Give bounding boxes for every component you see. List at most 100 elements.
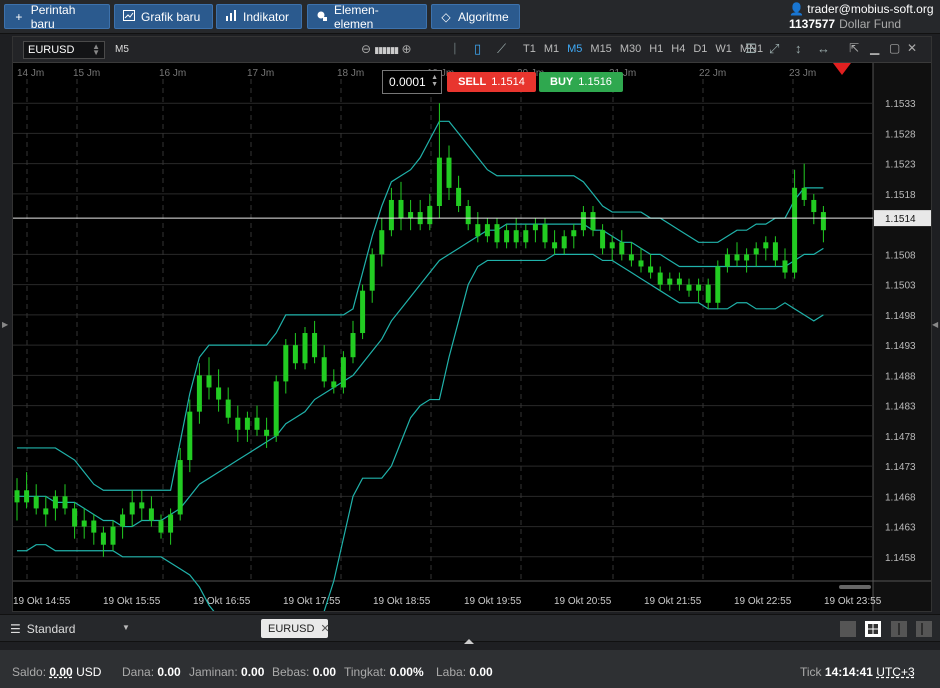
layout-columns-icon[interactable] — [891, 621, 907, 637]
horizontal-scale-icon[interactable]: ↔ — [817, 41, 830, 56]
candle-body — [820, 212, 826, 231]
x-tick-label: 19 Okt 21:55 — [644, 596, 702, 607]
symbol-select[interactable]: EURUSD ▲ ▼ — [23, 41, 105, 59]
tf-m30[interactable]: M30 — [620, 43, 641, 55]
expand-panel-icon[interactable] — [464, 639, 474, 644]
x-tick-label: 19 Okt 17:55 — [283, 596, 341, 607]
candle-body — [72, 508, 78, 527]
bar-chart-type-icon[interactable]: ᛁ — [451, 41, 459, 56]
maximize-icon[interactable]: ▢ — [889, 41, 900, 55]
y-tick-label: 1.1523 — [885, 160, 916, 171]
x-tick-label: 19 Okt 23:55 — [824, 596, 882, 607]
candle-body — [715, 266, 721, 303]
vertical-scale-icon[interactable]: ↕ — [795, 41, 802, 56]
candle-body — [196, 375, 202, 412]
account-email: 👤 trader@mobius-soft.org — [789, 2, 934, 16]
dropdown-icon: ▼ — [122, 623, 130, 632]
candle-body — [168, 514, 174, 533]
minimize-icon[interactable]: ▁ — [870, 41, 879, 55]
zoom-in-icon[interactable]: ⊕ — [401, 42, 411, 56]
candle-body — [465, 206, 471, 225]
candle-body — [369, 254, 375, 291]
zoom-control[interactable]: ⊖ ▮▮▮▮▮▮ ⊕ — [361, 42, 412, 56]
candle-body — [14, 490, 20, 503]
candle-body — [705, 284, 711, 303]
tf-t1[interactable]: T1 — [523, 43, 536, 55]
chart-window: EURUSD ▲ ▼ M5 ⊖ ▮▮▮▮▮▮ ⊕ ᛁ ▯ ⟋ T1 M1 M5 M… — [12, 36, 932, 612]
candle-body — [148, 508, 154, 521]
y-tick-label: 1.1533 — [885, 99, 916, 110]
new-order-button[interactable]: + Perintah baru — [4, 3, 110, 31]
candle-body — [696, 284, 702, 291]
candle-body — [388, 199, 394, 231]
candle-body — [475, 224, 481, 237]
x-tick-label: 19 Okt 22:55 — [734, 596, 792, 607]
candle-body — [724, 254, 730, 267]
indicator-list-icon[interactable]: ☰ — [745, 41, 757, 57]
tab-close-icon[interactable]: ✕ — [320, 622, 329, 635]
tf-d1[interactable]: D1 — [693, 43, 707, 55]
main-toolbar: + Perintah baru Grafik baru Indikator El… — [0, 0, 940, 34]
x-tick-label: 19 Okt 19:55 — [464, 596, 522, 607]
stepper-icon[interactable]: ▲ ▼ — [431, 74, 438, 88]
tab-eurusd[interactable]: EURUSD ✕ — [261, 619, 330, 638]
tf-h4[interactable]: H4 — [671, 43, 685, 55]
y-tick-label: 1.1473 — [885, 462, 916, 473]
elements-button[interactable]: Elemen-elemen — [307, 3, 427, 31]
plus-icon: + — [15, 9, 23, 24]
horizontal-scrollbar[interactable] — [839, 585, 871, 589]
y-tick-label: 1.1458 — [885, 553, 916, 564]
elements-icon — [316, 10, 328, 24]
indicator-button[interactable]: Indikator — [216, 4, 302, 29]
candle-body — [273, 381, 279, 436]
candle-body — [225, 399, 231, 418]
y-tick-label: 1.1498 — [885, 311, 916, 322]
close-icon[interactable]: ✕ — [907, 41, 917, 55]
candle-body — [532, 224, 538, 231]
candle-body — [52, 496, 58, 509]
line-chart-type-icon[interactable]: ⟋ — [497, 41, 506, 57]
candle-body — [523, 230, 529, 243]
timezone-select[interactable]: UTC+3 — [876, 665, 914, 679]
candle-chart-type-icon[interactable]: ▯ — [474, 41, 481, 57]
workspace-select[interactable]: ☰ Standard ▼ — [10, 622, 130, 636]
layout-grid-icon[interactable] — [865, 621, 881, 637]
expand-diagonal-icon[interactable]: ⤢ — [769, 41, 779, 57]
candle-body — [561, 236, 567, 249]
menu-icon: ☰ — [10, 622, 21, 636]
candle-body — [312, 333, 318, 358]
price-chart[interactable]: 1.1533 1.1528 1.1523 1.1518 1.1508 1.1503 1.14… — [13, 63, 931, 611]
algorithm-button[interactable]: ◇ Algoritme — [431, 4, 520, 29]
sell-button[interactable]: SELL 1.1514 — [447, 72, 536, 92]
tf-m1[interactable]: M1 — [544, 43, 559, 55]
tf-m5[interactable]: M5 — [567, 43, 582, 55]
candle-body — [43, 508, 49, 515]
top-hour-label: 17 Jm — [247, 68, 274, 79]
new-chart-button[interactable]: Grafik baru — [114, 4, 213, 29]
detach-icon[interactable]: ⇱ — [849, 41, 859, 55]
buy-button[interactable]: BUY 1.1516 — [539, 72, 623, 92]
tf-w1[interactable]: W1 — [715, 43, 732, 55]
candle-body — [235, 417, 241, 430]
account-info[interactable]: 👤 trader@mobius-soft.org 1137577 Dollar F… — [789, 2, 934, 32]
account-fund: Dollar Fund — [839, 17, 902, 31]
candle-body — [129, 502, 135, 515]
layout-rows-icon[interactable] — [916, 621, 932, 637]
candle-body — [206, 375, 212, 388]
chart-toolbar: EURUSD ▲ ▼ M5 ⊖ ▮▮▮▮▮▮ ⊕ ᛁ ▯ ⟋ T1 M1 M5 M… — [13, 37, 931, 63]
candle-body — [379, 230, 385, 255]
tf-m15[interactable]: M15 — [590, 43, 611, 55]
left-panel-arrow-icon[interactable]: ▶ — [2, 320, 8, 329]
account-balance: 1137577 — [789, 17, 836, 31]
layout-single-icon[interactable] — [840, 621, 856, 637]
candle-body — [504, 230, 510, 243]
tf-h1[interactable]: H1 — [649, 43, 663, 55]
spread-input[interactable]: 0.0001 ▲ ▼ — [382, 70, 442, 94]
laba-field: Laba: 0.00 — [436, 665, 493, 679]
right-panel-arrow-icon[interactable]: ◀ — [932, 320, 938, 329]
top-hour-label: 22 Jm — [699, 68, 726, 79]
candle-body — [187, 411, 193, 461]
zoom-out-icon[interactable]: ⊖ — [361, 42, 371, 56]
y-tick-label: 1.1478 — [885, 432, 916, 443]
candle-body — [427, 206, 433, 225]
